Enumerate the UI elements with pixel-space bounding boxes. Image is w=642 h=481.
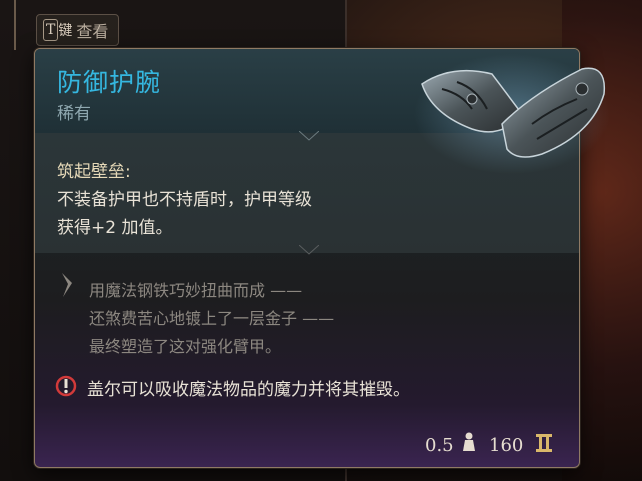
gale-warning-text: 盖尔可以吸收魔法物品的魔力并将其摧毁。 [87, 380, 410, 400]
effect-title: 筑起壁垒: [57, 162, 131, 182]
item-price: 160 [489, 435, 524, 456]
key-hint-suffix: 键 [58, 23, 73, 39]
item-name: 防御护腕 [57, 68, 162, 97]
effect-description-line: 获得+2 加值。 [57, 218, 173, 238]
inspect-label: 查看 [76, 22, 109, 41]
lore-line: 还煞费苦心地镀上了一层金子 —— [89, 309, 335, 328]
gold-icon [536, 434, 552, 452]
quill-icon [62, 273, 72, 297]
inspect-hint-button[interactable]: T 键 查看 [36, 14, 120, 46]
item-rarity: 稀有 [57, 104, 91, 124]
lore-line: 最终塑造了这对强化臂甲。 [89, 337, 282, 356]
key-hint: T [43, 19, 59, 41]
gale-warning-icon [55, 375, 77, 397]
divider-notch-icon [299, 131, 319, 141]
weight-icon [463, 432, 475, 451]
divider-notch-icon [299, 245, 319, 255]
item-weight: 0.5 [425, 435, 454, 456]
effect-description-line: 不装备护甲也不持盾时，护甲等级 [57, 190, 312, 210]
bracers-icon [414, 54, 610, 174]
lore-line: 用魔法钢铁巧妙扭曲而成 —— [89, 281, 303, 300]
